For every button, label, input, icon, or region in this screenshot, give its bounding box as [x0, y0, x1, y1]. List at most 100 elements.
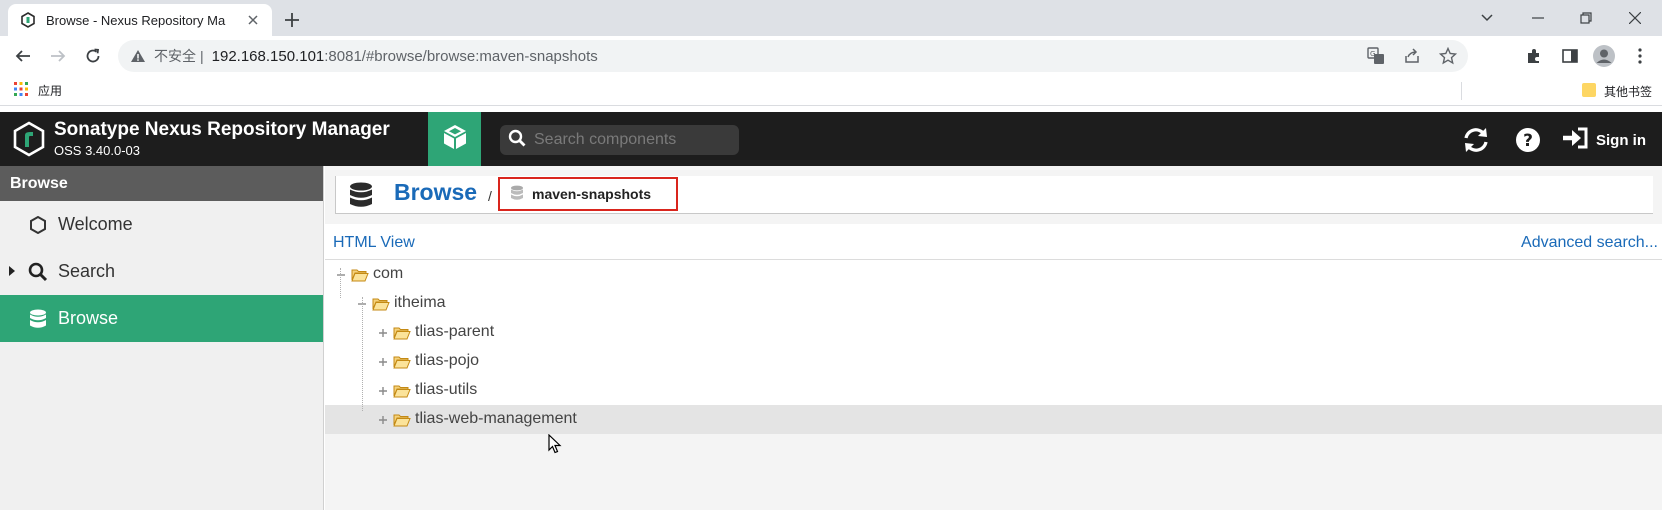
url-separator: |: [200, 48, 204, 64]
folder-open-icon: [393, 413, 411, 427]
close-tab-icon[interactable]: [244, 11, 262, 29]
extensions-puzzle-icon[interactable]: [1520, 42, 1548, 70]
bookmark-apps[interactable]: 应用: [14, 82, 62, 99]
nexus-favicon-icon: [20, 12, 36, 28]
expand-toggle-icon[interactable]: [377, 327, 389, 339]
expand-caret-icon[interactable]: [9, 266, 15, 276]
bookmark-divider: [1461, 82, 1462, 100]
folder-open-icon: [393, 326, 411, 340]
translate-icon[interactable]: G: [1364, 44, 1388, 68]
tree-node-label: tlias-pojo: [415, 352, 480, 369]
repository-icon: [510, 185, 524, 204]
close-window-icon[interactable]: [1612, 4, 1658, 32]
hexagon-icon: [28, 215, 48, 235]
insecure-label: 不安全: [154, 48, 196, 64]
cube-icon: [442, 123, 468, 156]
main-panel: Browse / maven-snapshots HTML View Advan…: [325, 166, 1662, 510]
bookmark-other-folder[interactable]: 其他书签: [1581, 82, 1652, 101]
view-toolbar: HTML View Advanced search...: [325, 224, 1662, 260]
sidebar-item-browse[interactable]: Browse: [0, 295, 323, 342]
app-version: OSS 3.40.0-03: [54, 143, 140, 158]
side-panel-icon[interactable]: [1556, 42, 1584, 70]
tree-node-label: tlias-parent: [415, 323, 495, 340]
browse-mode-button[interactable]: [428, 112, 481, 166]
more-menu-icon[interactable]: [1626, 42, 1654, 70]
expand-toggle-icon[interactable]: [377, 385, 389, 397]
tree-row[interactable]: tlias-parent: [325, 318, 1662, 347]
breadcrumb-repository[interactable]: maven-snapshots: [498, 177, 678, 211]
advanced-search-link[interactable]: Advanced search...: [1521, 234, 1658, 252]
tree-guide-line: [340, 268, 341, 298]
sidebar-item-search[interactable]: Search: [0, 248, 323, 295]
repository-name: maven-snapshots: [532, 186, 652, 202]
restore-icon[interactable]: [1563, 4, 1609, 32]
folder-open-icon: [393, 384, 411, 398]
sign-in-label: Sign in: [1596, 131, 1646, 149]
warning-triangle-icon[interactable]: [130, 48, 146, 64]
folder-open-icon: [351, 268, 369, 282]
search-icon: [28, 262, 48, 282]
sidebar-item-label: Search: [58, 261, 116, 281]
tree-row[interactable]: tlias-pojo: [325, 347, 1662, 376]
reload-icon[interactable]: [79, 42, 107, 70]
svg-text:G: G: [1370, 50, 1375, 58]
expand-toggle-icon[interactable]: [377, 414, 389, 426]
nexus-header: Sonatype Nexus Repository Manager OSS 3.…: [0, 112, 1662, 166]
profile-avatar-icon[interactable]: [1590, 42, 1618, 70]
sign-in-button[interactable]: Sign in: [1562, 125, 1646, 155]
sidebar: Browse Welcome Search Browse: [0, 166, 324, 510]
sidebar-item-label: Welcome: [58, 214, 133, 234]
tree-row[interactable]: itheima: [325, 289, 1662, 318]
expand-toggle-icon[interactable]: [377, 356, 389, 368]
tree-row[interactable]: tlias-web-management: [325, 405, 1662, 434]
bookmark-star-icon[interactable]: [1436, 44, 1460, 68]
url-path: :8081/#browse/browse:maven-snapshots: [324, 47, 598, 65]
search-icon: [508, 129, 526, 152]
tree-node-label: tlias-utils: [415, 381, 478, 398]
new-tab-icon[interactable]: [280, 8, 304, 32]
tree-row[interactable]: tlias-utils: [325, 376, 1662, 405]
url-host: 192.168.150.101: [211, 47, 325, 65]
minimize-icon[interactable]: [1515, 4, 1561, 32]
apps-label: 应用: [38, 84, 63, 98]
share-icon[interactable]: [1400, 44, 1424, 68]
folder-open-icon: [393, 355, 411, 369]
breadcrumb-browse-link[interactable]: Browse: [394, 179, 477, 206]
folder-open-icon: [372, 297, 390, 311]
component-search-box[interactable]: [500, 125, 739, 155]
database-icon: [28, 309, 48, 329]
breadcrumb-separator: /: [488, 188, 492, 204]
tree-node-label: com: [373, 265, 404, 282]
address-bar[interactable]: 不安全 | 192.168.150.101 :8081/#browse/brow…: [118, 40, 1468, 72]
tree-node-label: itheima: [394, 294, 446, 311]
browser-tab-strip: Browse - Nexus Repository Ma: [0, 0, 1662, 36]
forward-arrow-icon[interactable]: [44, 42, 72, 70]
apps-grid-icon: [14, 82, 28, 99]
help-icon[interactable]: ?: [1513, 125, 1543, 155]
browser-tab[interactable]: Browse - Nexus Repository Ma: [8, 4, 272, 36]
tree-guide-line: [362, 297, 363, 411]
sign-in-icon: [1562, 127, 1588, 153]
collapse-toggle-icon[interactable]: [335, 269, 347, 281]
sidebar-item-label: Browse: [58, 308, 119, 328]
refresh-icon[interactable]: [1461, 125, 1491, 155]
svg-text:?: ?: [1523, 131, 1533, 151]
tab-title: Browse - Nexus Repository Ma: [46, 12, 226, 28]
folder-icon: [1581, 82, 1596, 101]
tree-node-label: tlias-web-management: [415, 410, 577, 427]
other-bookmarks-label: 其他书签: [1603, 85, 1652, 99]
back-arrow-icon[interactable]: [9, 42, 37, 70]
html-view-link[interactable]: HTML View: [333, 234, 415, 252]
sidebar-heading: Browse: [0, 166, 323, 201]
app-title: Sonatype Nexus Repository Manager: [54, 119, 390, 140]
mouse-cursor-icon: [548, 433, 562, 454]
component-tree: com itheima tlias-parent tlias-pojo tlias-ut…: [325, 260, 1662, 510]
tree-row[interactable]: com: [325, 260, 1662, 289]
bookmarks-bar: 应用 其他书签: [0, 76, 1662, 106]
search-components-input[interactable]: [534, 131, 734, 149]
nexus-logo-icon[interactable]: [12, 121, 46, 157]
database-icon: [348, 182, 374, 210]
browser-toolbar: 不安全 | 192.168.150.101 :8081/#browse/brow…: [0, 36, 1662, 76]
tab-search-chevron-icon[interactable]: [1464, 4, 1510, 32]
sidebar-item-welcome[interactable]: Welcome: [0, 201, 323, 248]
